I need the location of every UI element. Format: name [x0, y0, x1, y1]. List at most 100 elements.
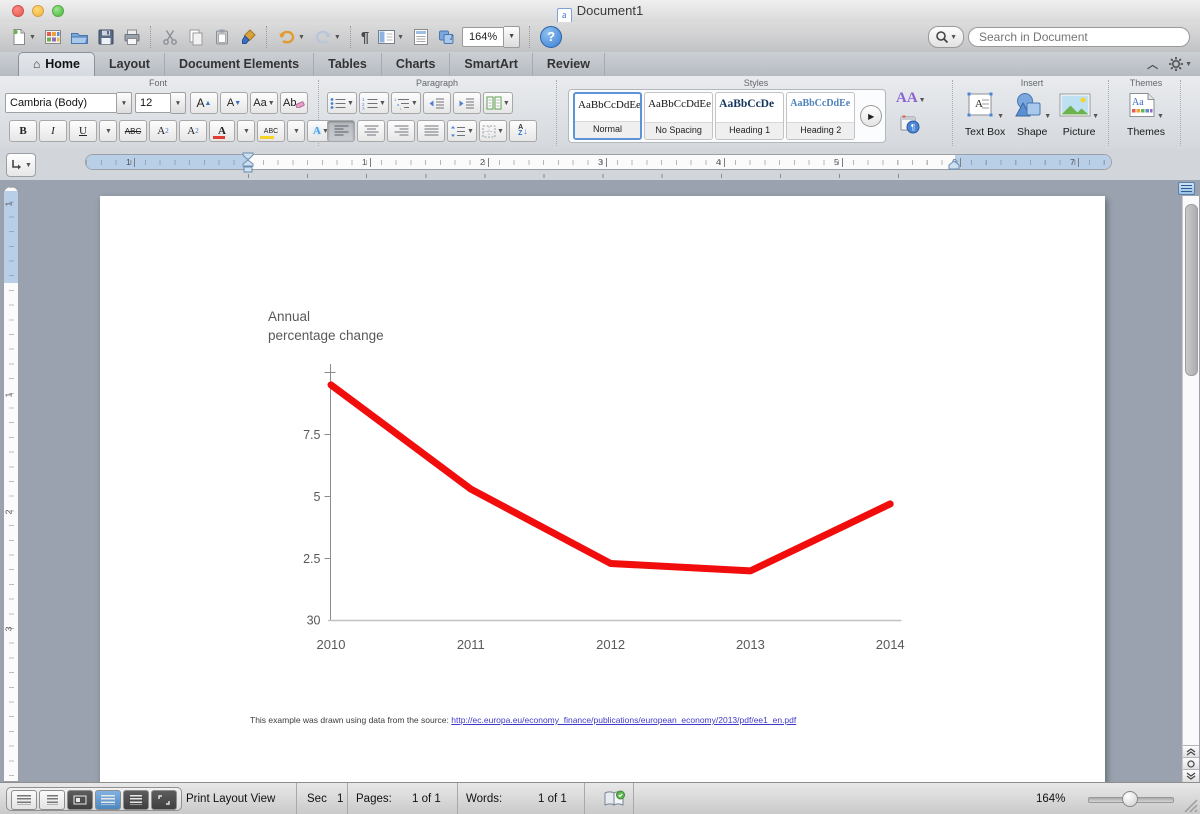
right-indent-marker[interactable]: [948, 160, 960, 170]
tab-tables[interactable]: Tables: [314, 53, 382, 76]
line-chart-object[interactable]: 7.552.53020102011201220132014: [100, 196, 1105, 762]
tab-stop-selector[interactable]: ▼: [6, 153, 36, 177]
undo-dropdown[interactable]: ▼: [298, 34, 305, 41]
window-resize-grip[interactable]: [1184, 799, 1198, 813]
subscript-button[interactable]: A2: [179, 120, 207, 142]
document-elements-button[interactable]: [410, 25, 432, 49]
font-size-select[interactable]: 12: [135, 93, 171, 113]
tab-layout[interactable]: Layout: [95, 53, 165, 76]
tab-document-elements[interactable]: Document Elements: [165, 53, 314, 76]
bold-button[interactable]: B: [9, 120, 37, 142]
superscript-button[interactable]: A2: [149, 120, 177, 142]
underline-dropdown[interactable]: ▼: [99, 120, 117, 142]
undo-button[interactable]: ▼: [275, 25, 307, 49]
words-value[interactable]: 1 of 1: [538, 793, 567, 805]
text-box-button[interactable]: A▼ Text Box: [965, 92, 1005, 138]
redo-dropdown[interactable]: ▼: [334, 34, 341, 41]
new-document-button[interactable]: ▼: [8, 25, 38, 49]
bullets-button[interactable]: ▼: [327, 92, 357, 114]
indent-markers[interactable]: [242, 152, 255, 176]
highlight-dropdown[interactable]: ▼: [287, 120, 305, 142]
vertical-scrollbar[interactable]: [1182, 196, 1199, 782]
vertical-ruler[interactable]: 1 1 2 3: [3, 186, 19, 782]
shrink-font-button[interactable]: A▼: [220, 92, 248, 114]
publishing-layout-button[interactable]: [67, 790, 93, 810]
redo-button[interactable]: ▼: [311, 25, 343, 49]
spelling-check-button[interactable]: [604, 790, 626, 811]
view-switcher: [6, 787, 182, 811]
new-document-dropdown[interactable]: ▼: [29, 34, 36, 41]
focus-view-button[interactable]: [151, 790, 177, 810]
themes-button[interactable]: Aa▼ Themes: [1127, 92, 1165, 138]
zoom-dropdown[interactable]: ▼: [504, 26, 520, 48]
tab-charts[interactable]: Charts: [382, 53, 451, 76]
double-chevron-down-icon: [1186, 772, 1196, 780]
change-case-button[interactable]: Aa▼: [250, 92, 278, 114]
collapse-ribbon-button[interactable]: ︿: [1137, 56, 1168, 72]
footer-link[interactable]: http://ec.europa.eu/economy_finance/publ…: [451, 715, 796, 725]
open-button[interactable]: [68, 25, 91, 49]
font-color-button[interactable]: A: [209, 120, 235, 142]
justify-button[interactable]: [417, 120, 445, 142]
multilevel-list-button[interactable]: 1ai▼: [391, 92, 421, 114]
pages-value[interactable]: 1 of 1: [412, 793, 441, 805]
style-no-spacing[interactable]: AaBbCcDdEe No Spacing: [644, 92, 713, 140]
print-button[interactable]: [121, 25, 143, 49]
copy-button[interactable]: [185, 25, 207, 49]
next-page-button[interactable]: [1183, 769, 1199, 782]
style-heading-2[interactable]: AaBbCcDdEe Heading 2: [786, 92, 855, 140]
media-browser-button[interactable]: ♪: [436, 25, 456, 49]
clear-formatting-button[interactable]: Ab: [280, 92, 308, 114]
save-button[interactable]: [95, 25, 117, 49]
sort-button[interactable]: AZ↓: [509, 120, 537, 142]
font-family-dropdown[interactable]: ▼: [117, 92, 132, 114]
font-size-dropdown[interactable]: ▼: [171, 92, 186, 114]
style-heading-1[interactable]: AaBbCcDe Heading 1: [715, 92, 784, 140]
align-center-button[interactable]: [357, 120, 385, 142]
zoom-slider-thumb[interactable]: [1122, 791, 1138, 807]
increase-indent-button[interactable]: [453, 92, 481, 114]
outline-view-button[interactable]: [39, 790, 65, 810]
decrease-indent-button[interactable]: [423, 92, 451, 114]
grow-font-button[interactable]: A▲: [190, 92, 218, 114]
toolbox-gallery-button[interactable]: [42, 25, 64, 49]
style-normal[interactable]: AaBbCcDdEe Normal: [573, 92, 642, 140]
columns-button[interactable]: ▼: [483, 92, 513, 114]
tab-home[interactable]: ⌂Home: [18, 52, 95, 76]
change-styles-button[interactable]: AA▼: [896, 89, 926, 107]
manage-styles-button[interactable]: ¶: [900, 114, 920, 139]
numbering-button[interactable]: 123▼: [359, 92, 389, 114]
show-formatting-button[interactable]: ¶: [359, 25, 371, 49]
font-color-dropdown[interactable]: ▼: [237, 120, 255, 142]
font-family-select[interactable]: Cambria (Body): [5, 93, 117, 113]
highlight-button[interactable]: ABC: [257, 120, 285, 142]
sidebar-view-dropdown[interactable]: ▼: [397, 34, 404, 41]
picture-button[interactable]: ▼ Picture: [1059, 92, 1099, 138]
split-view-button[interactable]: [1178, 182, 1195, 195]
align-left-button[interactable]: [327, 120, 355, 142]
document-page[interactable]: Annual percentage change 7.552.530201020…: [100, 196, 1105, 782]
cut-button[interactable]: [159, 25, 181, 49]
sidebar-view-button[interactable]: ▼: [375, 25, 406, 49]
styles-gallery-expand-button[interactable]: ▶: [860, 105, 882, 127]
tab-review[interactable]: Review: [533, 53, 605, 76]
zoom-value-field[interactable]: 164%: [462, 27, 504, 47]
search-input[interactable]: [968, 27, 1190, 47]
borders-button[interactable]: ▼: [479, 120, 507, 142]
italic-button[interactable]: I: [39, 120, 67, 142]
format-painter-button[interactable]: [237, 25, 259, 49]
print-layout-view-button[interactable]: [95, 790, 121, 810]
underline-button[interactable]: U: [69, 120, 97, 142]
shape-button[interactable]: ▼ Shape: [1013, 92, 1051, 138]
search-scope-button[interactable]: ▼: [928, 26, 964, 48]
paste-button[interactable]: [211, 25, 233, 49]
tab-smartart[interactable]: SmartArt: [450, 53, 533, 76]
scrollbar-thumb[interactable]: [1185, 204, 1198, 376]
ribbon-settings-button[interactable]: ▼: [1168, 56, 1192, 72]
align-right-button[interactable]: [387, 120, 415, 142]
line-spacing-button[interactable]: ▼: [447, 120, 477, 142]
draft-view-button[interactable]: [11, 790, 37, 810]
help-button[interactable]: ?: [538, 25, 564, 49]
notebook-layout-button[interactable]: [123, 790, 149, 810]
strikethrough-button[interactable]: ABC: [119, 120, 147, 142]
